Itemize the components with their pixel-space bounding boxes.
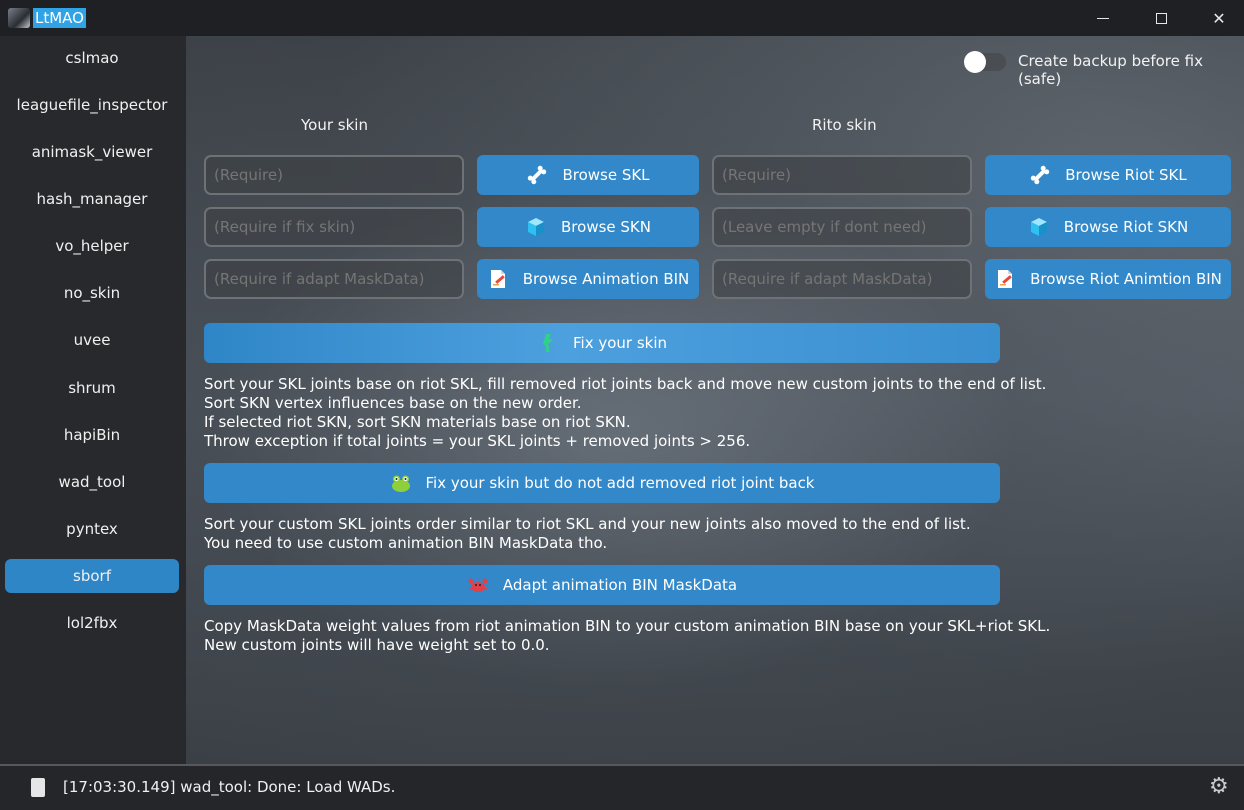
- description-line: Sort your SKL joints base on riot SKL, f…: [204, 375, 1047, 393]
- status-message: [17:03:30.149] wad_tool: Done: Load WADs…: [63, 778, 396, 796]
- bone-icon: [528, 165, 547, 185]
- cube-icon: [1030, 218, 1047, 236]
- sidebar-item-leaguefile-inspector[interactable]: leaguefile_inspector: [5, 88, 179, 122]
- riot-bin-field[interactable]: [712, 259, 972, 299]
- browse-riot-animation-bin-label: Browse Riot Animtion BIN: [1030, 270, 1222, 288]
- cube-icon: [528, 218, 545, 236]
- sidebar-item-uvee[interactable]: uvee: [5, 323, 179, 357]
- green-figure-icon: [542, 334, 553, 352]
- minimize-button[interactable]: [1074, 0, 1132, 36]
- fix-skin-no-add-button[interactable]: Fix your skin but do not add removed rio…: [204, 463, 1000, 503]
- app-title: LtMAO: [33, 8, 86, 28]
- browse-riot-skn-label: Browse Riot SKN: [1063, 218, 1189, 236]
- document-icon: [490, 270, 505, 288]
- browse-riot-skl-label: Browse Riot SKL: [1065, 166, 1187, 184]
- maximize-button[interactable]: [1132, 0, 1190, 36]
- your-skin-header: Your skin: [301, 116, 368, 134]
- close-icon: ✕: [1212, 8, 1226, 28]
- app-icon: [8, 8, 30, 28]
- fix-skin-no-add-description: Sort your custom SKL joints order simila…: [204, 515, 971, 553]
- description-line: Throw exception if total joints = your S…: [204, 432, 751, 450]
- browse-riot-animation-bin-button[interactable]: Browse Riot Animtion BIN: [985, 259, 1231, 299]
- browse-animation-bin-button[interactable]: Browse Animation BIN: [477, 259, 699, 299]
- your-skl-field[interactable]: [204, 155, 464, 195]
- sidebar-item-vo-helper[interactable]: vo_helper: [5, 229, 179, 263]
- browse-skl-button[interactable]: Browse SKL: [477, 155, 699, 195]
- browse-riot-skn-button[interactable]: Browse Riot SKN: [985, 207, 1231, 247]
- description-line: Sort your custom SKL joints order simila…: [204, 515, 971, 533]
- your-skn-field[interactable]: [204, 207, 464, 247]
- description-line: You need to use custom animation BIN Mas…: [204, 534, 608, 552]
- gear-icon[interactable]: ⚙: [1209, 775, 1229, 799]
- sidebar-item-cslmao[interactable]: cslmao: [5, 41, 179, 75]
- rito-skin-header: Rito skin: [812, 116, 877, 134]
- sidebar-item-animask-viewer[interactable]: animask_viewer: [5, 135, 179, 169]
- status-bar: [17:03:30.149] wad_tool: Done: Load WADs…: [0, 764, 1244, 810]
- description-line: If selected riot SKN, sort SKN materials…: [204, 413, 631, 431]
- sidebar-item-wad-tool[interactable]: wad_tool: [5, 465, 179, 499]
- browse-skl-label: Browse SKL: [562, 166, 650, 184]
- close-button[interactable]: ✕: [1190, 0, 1244, 36]
- adapt-maskdata-description: Copy MaskData weight values from riot an…: [204, 617, 1050, 655]
- sidebar-item-lol2fbx[interactable]: lol2fbx: [5, 606, 179, 640]
- sidebar-item-shrum[interactable]: shrum: [5, 371, 179, 405]
- toggle-knob: [964, 51, 986, 73]
- fix-skin-button[interactable]: Fix your skin: [204, 323, 1000, 363]
- title-bar: LtMAO ✕: [0, 0, 1244, 36]
- browse-animation-bin-label: Browse Animation BIN: [522, 270, 690, 288]
- sidebar: cslmao leaguefile_inspector animask_view…: [0, 36, 186, 764]
- description-line: New custom joints will have weight set t…: [204, 636, 550, 654]
- fix-skin-no-add-label: Fix your skin but do not add removed rio…: [425, 474, 815, 492]
- document-icon: [998, 270, 1013, 288]
- riot-skl-field[interactable]: [712, 155, 972, 195]
- sidebar-item-hapibin[interactable]: hapiBin: [5, 418, 179, 452]
- fix-skin-description: Sort your SKL joints base on riot SKL, f…: [204, 375, 1046, 451]
- sidebar-item-sborf[interactable]: sborf: [5, 559, 179, 593]
- maximize-icon: [1155, 12, 1167, 24]
- adapt-maskdata-label: Adapt animation BIN MaskData: [502, 576, 738, 594]
- riot-skn-field[interactable]: [712, 207, 972, 247]
- description-line: Sort SKN vertex influences base on the n…: [204, 394, 582, 412]
- browse-riot-skl-button[interactable]: Browse Riot SKL: [985, 155, 1231, 195]
- backup-toggle[interactable]: [964, 51, 1006, 73]
- backup-toggle-label: Create backup before fix (safe): [1018, 52, 1203, 88]
- crab-icon: [468, 578, 488, 592]
- description-line: Copy MaskData weight values from riot an…: [204, 617, 1051, 635]
- sborf-panel: Create backup before fix (safe) Your ski…: [186, 36, 1244, 764]
- fix-skin-label: Fix your skin: [572, 334, 668, 352]
- sidebar-item-pyntex[interactable]: pyntex: [5, 512, 179, 546]
- bone-icon: [1031, 165, 1050, 185]
- sidebar-item-hash-manager[interactable]: hash_manager: [5, 182, 179, 216]
- frog-icon: [391, 475, 410, 492]
- minimize-icon: [1097, 17, 1109, 19]
- browse-skn-label: Browse SKN: [561, 218, 651, 236]
- sidebar-item-no-skin[interactable]: no_skin: [5, 276, 179, 310]
- adapt-maskdata-button[interactable]: Adapt animation BIN MaskData: [204, 565, 1000, 605]
- your-bin-field[interactable]: [204, 259, 464, 299]
- log-file-icon[interactable]: [31, 778, 45, 797]
- browse-skn-button[interactable]: Browse SKN: [477, 207, 699, 247]
